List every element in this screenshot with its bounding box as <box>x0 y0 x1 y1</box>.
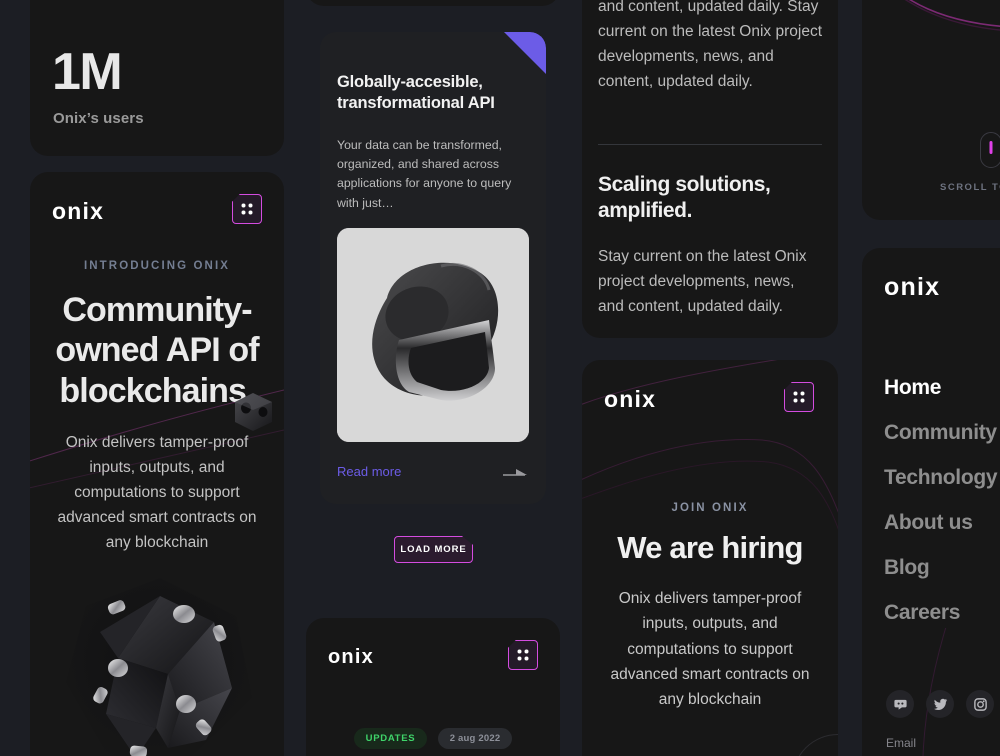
nav-item-community[interactable]: Community <box>884 421 1000 445</box>
onix-logo: onix <box>328 646 374 668</box>
updates-badge-row: UPDATES 2 aug 2022 <box>306 728 560 749</box>
cube-3d-icon <box>235 393 272 431</box>
stat-label: Onix’s users <box>53 110 144 127</box>
discord-icon[interactable] <box>886 690 914 718</box>
hiring-eyebrow: JOIN ONIX <box>671 502 749 514</box>
twitter-icon[interactable] <box>926 690 954 718</box>
nav-item-careers[interactable]: Careers <box>884 601 1000 625</box>
hero-3d-fragment <box>904 0 1000 31</box>
feature-card-body: Your data can be transformed, organized,… <box>337 138 512 210</box>
divider <box>598 144 822 145</box>
nav-item-about-us[interactable]: About us <box>884 511 1000 535</box>
load-more-button[interactable]: LOAD MORE <box>394 536 473 563</box>
nav-item-blog[interactable]: Blog <box>884 556 1000 580</box>
hero-body-text: Onix delivers tamper-proof inputs, outpu… <box>57 434 257 552</box>
polyhedron-3d-object <box>66 578 252 756</box>
nav-item-home[interactable]: Home <box>884 376 1000 400</box>
hiring-brand-row: onix <box>604 382 814 416</box>
corner-fold-icon <box>504 32 546 74</box>
onix-logo: onix <box>604 386 657 412</box>
hiring-title: We are hiring <box>617 530 803 565</box>
page-root: 1M Onix’s users onix INTRODUCING ONIX Co… <box>0 0 1000 756</box>
feature-card-image <box>337 228 529 442</box>
nav-panel: onix Home Community Technology About us … <box>862 248 1000 756</box>
date-badge: 2 aug 2022 <box>437 728 513 749</box>
updates-card: onix UPDATES 2 aug 2022 <box>306 618 560 756</box>
updates-brand-row: onix <box>328 640 538 674</box>
hero-brand-row: onix <box>52 194 262 228</box>
grid-dots-icon[interactable] <box>232 194 262 224</box>
feature-card-footer: Read more <box>337 464 529 484</box>
arrow-right-icon[interactable] <box>503 467 529 479</box>
onix-logo: onix <box>884 273 941 301</box>
feature-card-title: Globally-accesible, transformational API <box>337 73 495 113</box>
hero-eyebrow: INTRODUCING ONIX <box>83 260 231 272</box>
scroll-hint-panel: SCROLL TO EXPLORE <box>862 0 1000 220</box>
decorative-circle <box>792 734 838 756</box>
grid-dots-icon[interactable] <box>508 640 538 670</box>
stat-panel: 1M Onix’s users <box>30 0 284 156</box>
card-stack-top <box>306 0 560 6</box>
instagram-icon[interactable] <box>966 690 994 718</box>
news-panel: and content, updated daily. Stay current… <box>582 0 838 338</box>
stat-value: 1M <box>52 43 123 101</box>
hero-panel: onix INTRODUCING ONIX Community-owned AP… <box>30 172 284 756</box>
news-title: Scaling solutions, amplified. <box>598 173 771 223</box>
hiring-panel: onix JOIN ONIX We are hiring Onix delive… <box>582 360 838 756</box>
feature-card[interactable]: Globally-accesible, transformational API… <box>320 32 546 504</box>
news-body-top: and content, updated daily. Stay current… <box>598 0 823 91</box>
scroll-mouse-icon <box>980 132 1000 168</box>
email-label: Email <box>886 736 917 750</box>
onix-logo: onix <box>52 198 105 224</box>
status-badge: UPDATES <box>353 728 428 749</box>
social-links <box>886 690 994 718</box>
news-body-bottom: Stay current on the latest Onix project … <box>598 248 807 316</box>
hiring-body-text: Onix delivers tamper-proof inputs, outpu… <box>610 590 810 708</box>
grid-dots-icon[interactable] <box>784 382 814 412</box>
nav-list: Home Community Technology About us Blog … <box>884 376 1000 646</box>
nav-item-technology[interactable]: Technology <box>884 466 1000 490</box>
scroll-hint-label: SCROLL TO EXPLORE <box>940 182 1000 193</box>
read-more-link[interactable]: Read more <box>337 464 401 479</box>
